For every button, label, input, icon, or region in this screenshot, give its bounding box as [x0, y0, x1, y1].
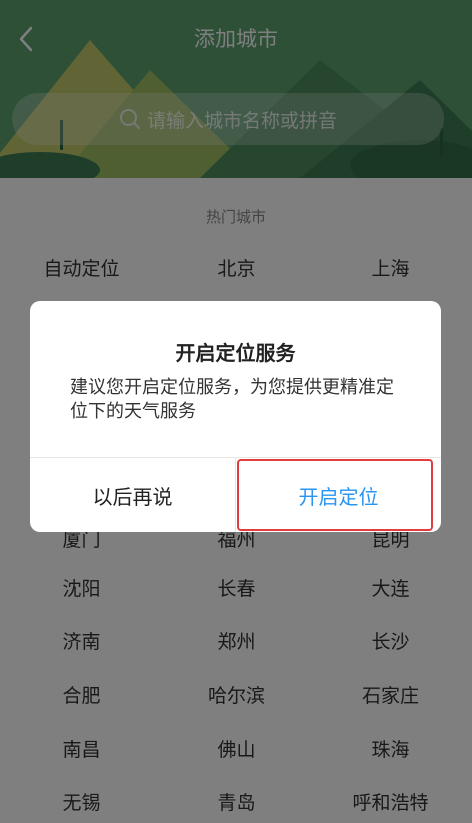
dialog-title: 开启定位服务 [175, 341, 296, 365]
highlight-box [237, 459, 433, 531]
later-button[interactable]: 以后再说 [30, 458, 235, 532]
dialog-message: 建议您开启定位服务，为您提供更精准定位下的天气服务 [70, 377, 394, 422]
